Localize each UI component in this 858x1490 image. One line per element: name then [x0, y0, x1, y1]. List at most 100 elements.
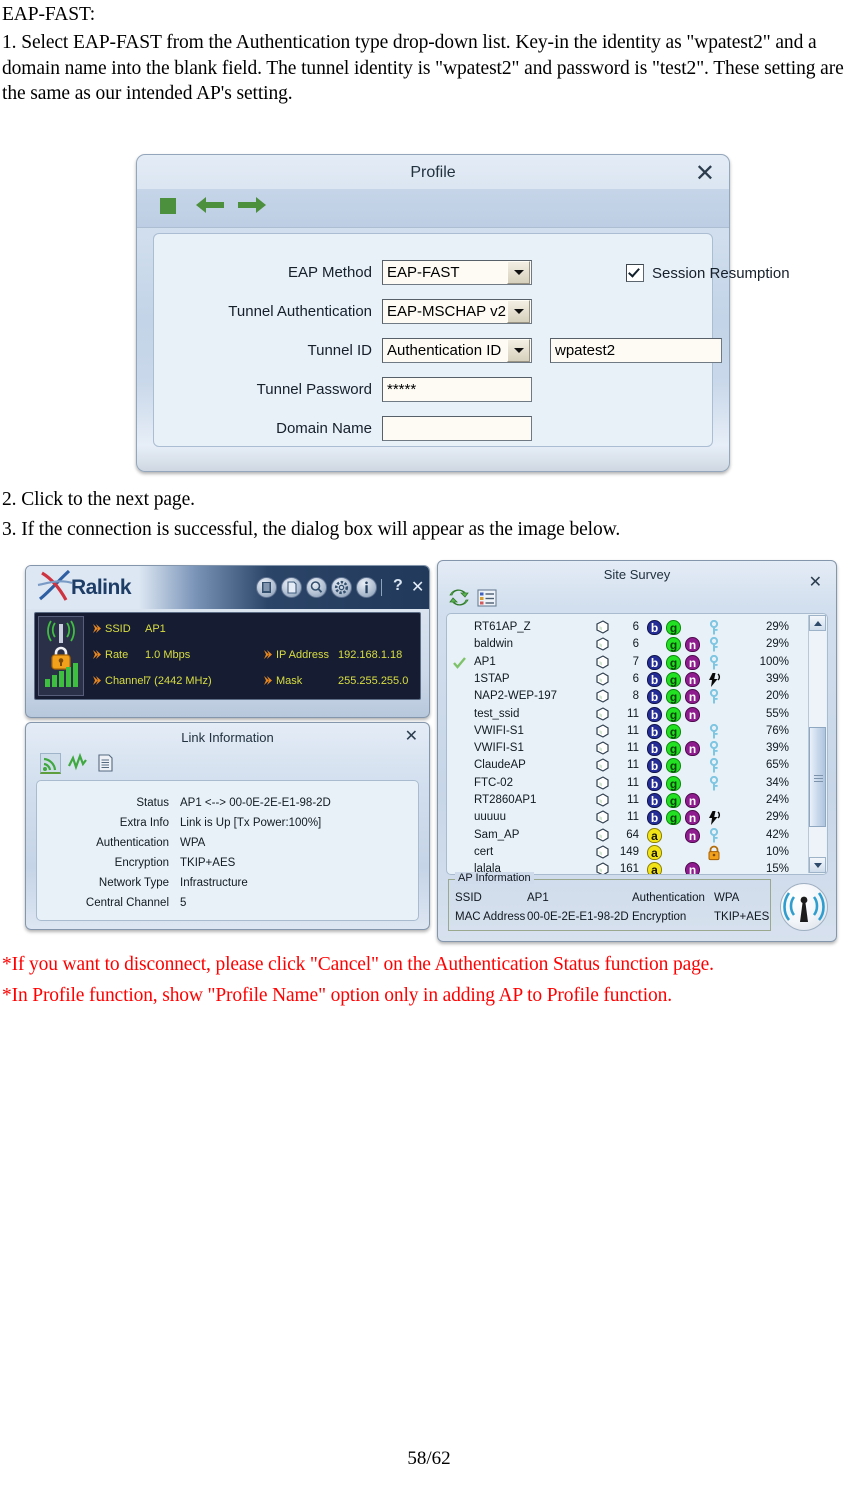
- network-list-item[interactable]: 1STAP 6 b g n 39%: [447, 671, 807, 689]
- network-page-icon[interactable]: [281, 577, 302, 598]
- network-list-item[interactable]: cert 149 a 10%: [447, 844, 807, 862]
- network-list-item[interactable]: RT2860AP1 11 b g n 24%: [447, 793, 807, 810]
- wireless-signal-icon[interactable]: [780, 883, 828, 931]
- network-list-item[interactable]: test_ssid 11 b g n 55%: [447, 706, 807, 724]
- eap-method-dropdown[interactable]: EAP-FAST: [382, 260, 532, 285]
- tunnel-id-value: Authentication ID: [387, 342, 502, 359]
- page-number: 58/62: [407, 1448, 451, 1469]
- connect-list-icon[interactable]: [476, 587, 498, 609]
- chevron-down-icon[interactable]: [507, 300, 530, 323]
- tunnel-password-input[interactable]: *****: [382, 377, 532, 402]
- profile-dialog-title: Profile: [410, 164, 456, 181]
- network-type-icon: [595, 672, 610, 687]
- network-mode-badges: bgn: [647, 654, 752, 671]
- network-ssid: FTC-02: [474, 776, 513, 789]
- mode-badge-n: n: [685, 689, 700, 705]
- ssid-label: SSID: [92, 623, 131, 635]
- network-list-item[interactable]: ClaudeAP 11 b g 65%: [447, 758, 807, 775]
- ap-authentication-label: Authentication: [632, 892, 705, 904]
- close-icon[interactable]: ✕: [405, 729, 418, 745]
- tunnel-id-input[interactable]: wpatest2: [550, 338, 722, 363]
- help-icon[interactable]: ?: [393, 577, 403, 595]
- network-channel: 161: [619, 863, 639, 875]
- mode-badge-b: b: [647, 671, 662, 687]
- close-icon[interactable]: ✕: [695, 162, 715, 186]
- mode-badge-g: g: [666, 654, 681, 670]
- network-mode-badges: an: [647, 862, 752, 874]
- profile-list-icon[interactable]: [256, 577, 277, 598]
- advanced-gear-icon[interactable]: [331, 577, 352, 598]
- network-list-item[interactable]: FTC-02 11 b g 34%: [447, 775, 807, 793]
- mode-badge-a: a: [647, 862, 662, 874]
- network-list-item[interactable]: baldwin 6 g n 29%: [447, 637, 807, 654]
- central-channel-value: 5: [180, 897, 187, 909]
- mode-badge-g: g: [666, 637, 681, 653]
- site-survey-search-icon[interactable]: [306, 577, 327, 598]
- network-type-icon: [595, 741, 610, 756]
- mode-badge-n: n: [685, 862, 700, 874]
- chevron-down-icon[interactable]: [507, 339, 530, 362]
- field-row-domain-name: Domain Name: [154, 416, 712, 443]
- network-channel: 7: [632, 655, 639, 668]
- network-channel: 6: [632, 672, 639, 685]
- tunnel-authentication-value: EAP-MSCHAP v2: [387, 303, 506, 320]
- stop-square-icon[interactable]: [160, 198, 176, 214]
- list-scrollbar[interactable]: [808, 615, 826, 873]
- scroll-down-icon[interactable]: [809, 857, 826, 873]
- tunnel-password-label: Tunnel Password: [256, 381, 372, 398]
- link-info-row: Network Type Infrastructure: [37, 877, 418, 896]
- scroll-up-icon[interactable]: [809, 615, 826, 631]
- scrollbar-thumb[interactable]: [809, 727, 826, 827]
- mode-badge-n: n: [685, 741, 700, 757]
- ssid-label-text: SSID: [105, 623, 131, 635]
- network-ssid: uuuuu: [474, 811, 506, 824]
- network-mode-badges: bgn: [647, 793, 752, 809]
- network-ssid: RT2860AP1: [474, 794, 537, 806]
- ip-address-value: 192.168.1.18: [338, 649, 403, 661]
- network-list-item[interactable]: RT61AP_Z 6 b g 29%: [447, 619, 807, 637]
- extra-info-label: Extra Info: [119, 817, 169, 829]
- network-signal-strength: 24%: [765, 794, 789, 806]
- mode-badge-g: g: [666, 689, 681, 705]
- link-info-row: Encryption TKIP+AES: [37, 857, 418, 876]
- network-security-icon: [706, 810, 722, 826]
- network-list-item[interactable]: VWIFI-S1 11 b g n 39%: [447, 740, 807, 758]
- authentication-label: Authentication: [96, 837, 169, 849]
- ralink-status-panel: SSID AP1 Rate 1.0 Mbps IP Address 192.16…: [34, 612, 421, 700]
- ralink-status-icon-column: [38, 616, 84, 696]
- throughput-chart-icon[interactable]: [68, 752, 89, 774]
- session-resumption-checkbox-group[interactable]: Session Resumption: [626, 264, 790, 282]
- profile-toolbar: [137, 189, 729, 228]
- link-status-icon[interactable]: [40, 753, 61, 774]
- tunnel-id-dropdown[interactable]: Authentication ID: [382, 338, 532, 363]
- mode-badge-n: n: [685, 671, 700, 687]
- arrow-right-icon[interactable]: [237, 196, 267, 214]
- eap-method-label: EAP Method: [288, 264, 372, 281]
- network-mode-badges: bg: [647, 723, 752, 740]
- rescan-refresh-icon[interactable]: [448, 587, 470, 609]
- network-list-item[interactable]: NAP2-WEP-197 8 b g n 20%: [447, 689, 807, 706]
- close-icon[interactable]: ✕: [411, 577, 424, 597]
- network-list-item[interactable]: Sam_AP 64 a n 42%: [447, 827, 807, 845]
- session-resumption-checkbox[interactable]: [626, 264, 644, 282]
- arrow-left-icon[interactable]: [195, 196, 225, 214]
- mode-badge-g: g: [666, 775, 681, 791]
- site-survey-network-list[interactable]: RT61AP_Z 6 b g 29% baldwin 6 g n 29% AP1 7 b g n 100% 1S…: [446, 613, 828, 875]
- network-list-item[interactable]: VWIFI-S1 11 b g 76%: [447, 723, 807, 741]
- network-ssid: Sam_AP: [474, 828, 520, 841]
- about-info-icon[interactable]: [356, 577, 377, 598]
- statistics-document-icon[interactable]: [96, 753, 117, 774]
- chevron-down-icon[interactable]: [507, 261, 530, 284]
- tunnel-authentication-dropdown[interactable]: EAP-MSCHAP v2: [382, 299, 532, 324]
- network-ssid: VWIFI-S1: [474, 724, 524, 737]
- network-security-icon: [706, 672, 722, 688]
- ap-information-group: AP Information SSID AP1 Authentication W…: [448, 872, 771, 931]
- ap-encryption-value: TKIP+AES: [714, 911, 770, 923]
- network-list-item[interactable]: AP1 7 b g n 100%: [447, 654, 807, 672]
- mode-badge-b: b: [647, 758, 662, 774]
- profile-form: EAP Method EAP-FAST Session Resumption T…: [153, 233, 790, 447]
- domain-name-input[interactable]: [382, 416, 532, 441]
- toolbar-divider: [381, 579, 382, 596]
- network-mode-badges: bg: [647, 758, 752, 774]
- network-list-item[interactable]: uuuuu 11 b g n 29%: [447, 810, 807, 827]
